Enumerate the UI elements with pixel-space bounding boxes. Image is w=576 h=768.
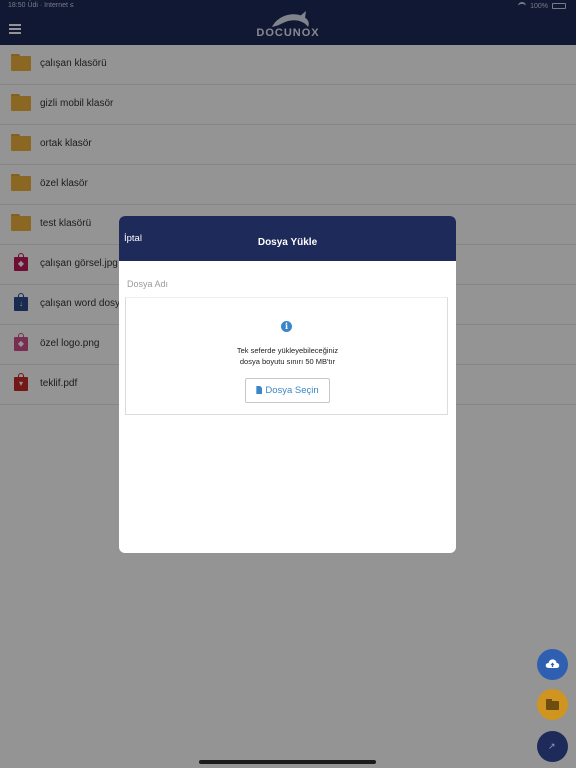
- info-icon: i: [281, 321, 292, 332]
- upload-dialog: İptal Dosya Yükle i Tek seferde yükleyeb…: [119, 216, 456, 553]
- file-name-input[interactable]: [124, 271, 450, 297]
- upload-limit-text-1: Tek seferde yükleyebileceğiniz: [236, 346, 339, 355]
- dialog-header: İptal Dosya Yükle: [119, 216, 456, 261]
- new-folder-fab-button[interactable]: [537, 689, 568, 720]
- upload-limit-text-2: dosya boyutu sınırı 50 MB'tır: [239, 357, 336, 366]
- home-indicator: [199, 760, 376, 764]
- screen: 18:50 Üdi · Internet ≤ 100% DOCUNOX çalı…: [0, 0, 576, 768]
- select-file-label: Dosya Seçin: [265, 385, 319, 396]
- expand-icon: ↗: [548, 741, 556, 751]
- dialog-title: Dosya Yükle: [257, 237, 318, 248]
- cloud-upload-icon: [545, 659, 560, 668]
- folder-icon: [546, 699, 559, 710]
- upload-area: i Tek seferde yükleyebileceğiniz dosya b…: [125, 297, 448, 415]
- expand-fab-button[interactable]: ↗: [537, 731, 568, 762]
- select-file-button[interactable]: Dosya Seçin: [245, 378, 330, 403]
- upload-fab-button[interactable]: [537, 649, 568, 680]
- file-icon: [256, 386, 263, 394]
